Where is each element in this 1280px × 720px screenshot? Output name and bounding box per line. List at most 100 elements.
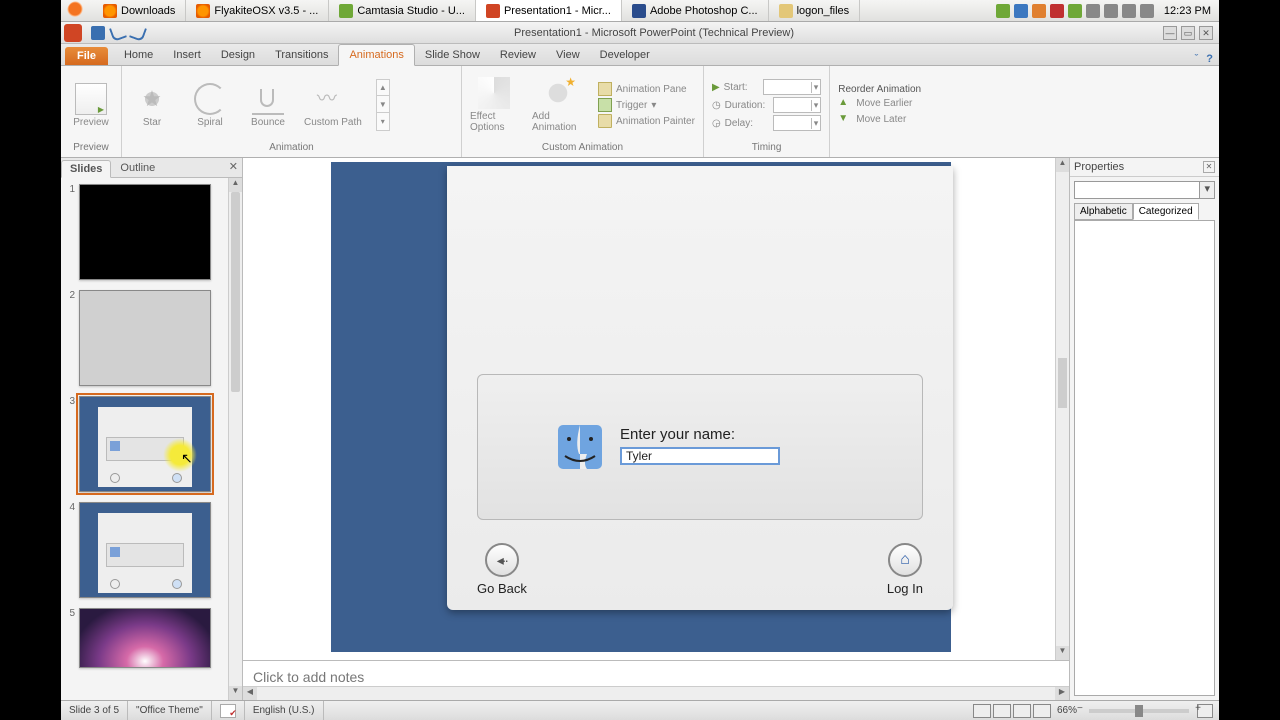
close-panel-icon[interactable]: ✕ <box>229 160 238 173</box>
scroll-thumb[interactable] <box>1058 358 1067 408</box>
tray-icon[interactable] <box>1050 4 1064 18</box>
tab-home[interactable]: Home <box>114 45 163 65</box>
anim-label: Custom Path <box>304 117 362 128</box>
scroll-right-icon[interactable]: ▶ <box>1055 687 1069 700</box>
tab-transitions[interactable]: Transitions <box>265 45 338 65</box>
add-animation-icon <box>542 77 574 109</box>
scroll-left-icon[interactable]: ◀ <box>243 687 257 700</box>
move-later-button[interactable]: Move Later <box>838 113 921 127</box>
scroll-up-icon[interactable]: ▲ <box>229 178 242 192</box>
tray-icon[interactable] <box>1140 4 1154 18</box>
tab-outline[interactable]: Outline <box>111 159 164 177</box>
help-icon[interactable]: ? <box>1206 53 1213 65</box>
taskbar-item-photoshop[interactable]: Adobe Photoshop C... <box>622 0 769 21</box>
tray-icon[interactable] <box>1068 4 1082 18</box>
properties-grid[interactable] <box>1074 220 1215 696</box>
anim-star[interactable]: Star <box>130 83 174 128</box>
tab-slides[interactable]: Slides <box>61 160 111 178</box>
close-button[interactable]: ✕ <box>1199 26 1213 40</box>
slide-thumb-3[interactable]: 3 ↖ <box>67 396 238 492</box>
taskbar-item-logonfiles[interactable]: logon_files <box>769 0 861 21</box>
view-normal-button[interactable] <box>973 704 991 718</box>
spiral-icon <box>194 83 226 115</box>
tray-icon[interactable] <box>1086 4 1100 18</box>
system-menu-icon[interactable] <box>64 24 82 42</box>
trigger-button[interactable]: Trigger ▾ <box>598 98 695 112</box>
animation-painter-button[interactable]: Animation Painter <box>598 114 695 128</box>
slide-thumb-2[interactable]: 2 <box>67 290 238 386</box>
anim-bounce[interactable]: Bounce <box>246 83 290 128</box>
tab-design[interactable]: Design <box>211 45 265 65</box>
go-back-button[interactable]: ◂·· Go Back <box>477 543 527 596</box>
tray-icon[interactable] <box>1122 4 1136 18</box>
effect-options-button[interactable]: Effect Options <box>470 77 518 133</box>
tab-developer[interactable]: Developer <box>590 45 660 65</box>
notes-pane[interactable]: Click to add notes ◀ ▶ <box>243 660 1069 700</box>
zoom-slider[interactable] <box>1089 709 1189 713</box>
scroll-thumb[interactable] <box>231 192 240 392</box>
move-earlier-button[interactable]: Move Earlier <box>838 97 921 111</box>
thumb-number: 2 <box>67 290 75 386</box>
anim-custom-path[interactable]: Custom Path <box>304 83 362 128</box>
taskbar-item-downloads[interactable]: Downloads <box>93 0 186 21</box>
tray-icon[interactable] <box>996 4 1010 18</box>
thumb-preview <box>79 396 211 492</box>
view-slideshow-button[interactable] <box>1033 704 1051 718</box>
animation-pane-button[interactable]: Animation Pane <box>598 82 695 96</box>
tab-review[interactable]: Review <box>490 45 546 65</box>
scroll-up-icon[interactable]: ▲ <box>1056 158 1069 172</box>
tab-categorized[interactable]: Categorized <box>1133 203 1199 220</box>
statusbar: Slide 3 of 5 "Office Theme" English (U.S… <box>61 700 1219 720</box>
tray-icon[interactable] <box>1032 4 1046 18</box>
name-input[interactable] <box>620 447 780 465</box>
stack-label: Move Later <box>856 114 906 125</box>
maximize-button[interactable]: ▭ <box>1181 26 1195 40</box>
tab-slideshow[interactable]: Slide Show <box>415 45 490 65</box>
tab-animations[interactable]: Animations <box>338 44 414 66</box>
view-reading-button[interactable] <box>1013 704 1031 718</box>
close-properties-icon[interactable]: ✕ <box>1203 161 1215 173</box>
tab-alphabetic[interactable]: Alphabetic <box>1074 203 1133 220</box>
clock: 12:23 PM <box>1158 5 1211 17</box>
gallery-scroll[interactable]: ▲▼▾ <box>376 79 390 131</box>
minimize-ribbon-icon[interactable]: ˇ <box>1195 53 1199 65</box>
notes-scrollbar[interactable]: ◀ ▶ <box>243 686 1069 700</box>
taskbar-item-flyakite[interactable]: FlyakiteOSX v3.5 - ... <box>186 0 329 21</box>
thumb-scrollbar[interactable]: ▲ ▼ <box>228 178 242 700</box>
slide-thumb-5[interactable]: 5 <box>67 608 238 668</box>
log-in-button[interactable]: ⌂ Log In <box>887 543 923 596</box>
redo-icon[interactable] <box>129 24 147 42</box>
status-language[interactable]: English (U.S.) <box>245 701 324 720</box>
view-sorter-button[interactable] <box>993 704 1011 718</box>
add-animation-button[interactable]: Add Animation <box>532 77 584 133</box>
slide-canvas[interactable]: Enter your name: ◂·· Go Back ⌂ Log In ▲ … <box>243 158 1069 660</box>
editor-scrollbar[interactable]: ▲ ▼ <box>1055 158 1069 660</box>
start-combo[interactable] <box>763 79 821 95</box>
taskbar-label: logon_files <box>797 5 850 17</box>
slide-thumb-4[interactable]: 4 <box>67 502 238 598</box>
anim-spiral[interactable]: Spiral <box>188 83 232 128</box>
zoom-thumb[interactable] <box>1135 705 1143 717</box>
delay-input[interactable] <box>773 115 821 131</box>
slide-thumb-1[interactable]: 1 <box>67 184 238 280</box>
file-tab[interactable]: File <box>65 47 108 65</box>
tray-icon[interactable] <box>1104 4 1118 18</box>
minimize-button[interactable]: — <box>1163 26 1177 40</box>
undo-icon[interactable] <box>109 24 127 42</box>
taskbar-item-powerpoint[interactable]: Presentation1 - Micr... <box>476 0 622 21</box>
tab-insert[interactable]: Insert <box>163 45 211 65</box>
properties-object-combo[interactable] <box>1074 181 1215 199</box>
save-icon[interactable] <box>91 26 105 40</box>
powerpoint-window: Presentation1 - Microsoft PowerPoint (Te… <box>61 22 1219 720</box>
status-spell[interactable] <box>212 701 245 720</box>
tray-icon[interactable] <box>1014 4 1028 18</box>
tab-view[interactable]: View <box>546 45 590 65</box>
preview-button[interactable]: Preview <box>69 83 113 128</box>
taskbar-item-camtasia[interactable]: Camtasia Studio - U... <box>329 0 476 21</box>
scroll-down-icon[interactable]: ▼ <box>229 686 242 700</box>
duration-input[interactable] <box>773 97 821 113</box>
field-label: Start: <box>724 82 748 93</box>
ubuntu-logo-icon[interactable] <box>67 1 87 21</box>
scroll-down-icon[interactable]: ▼ <box>1056 646 1069 660</box>
clock-icon: ◶ <box>712 118 721 129</box>
